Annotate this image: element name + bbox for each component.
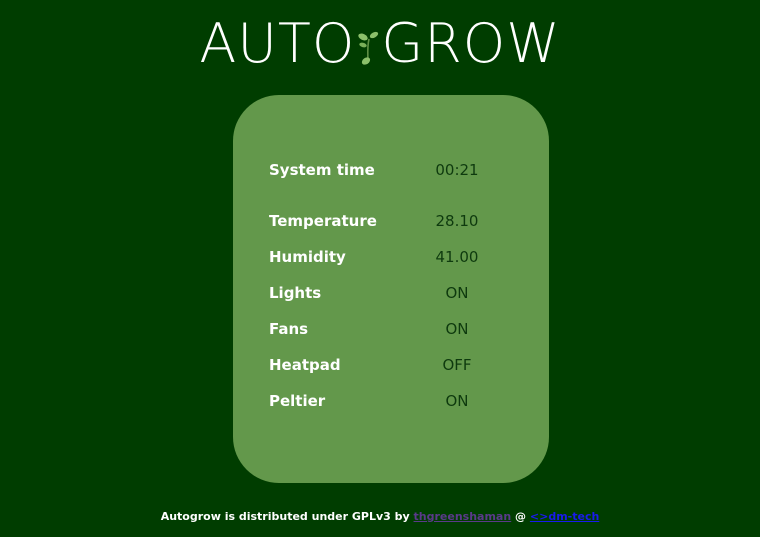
site-link[interactable]: <>dm-tech [530, 510, 599, 523]
lights-label: Lights [269, 284, 322, 302]
status-row-humidity: Humidity 41.00 [233, 245, 549, 269]
autogrow-logo: AUTO GROW [0, 12, 760, 76]
at-symbol: @ [515, 510, 527, 523]
footer: Autogrow is distributed under GPLv3 by t… [0, 510, 760, 523]
temperature-label: Temperature [269, 212, 377, 230]
logo-text-auto: AUTO [199, 12, 356, 75]
system-time-value: 00:21 [435, 161, 479, 179]
status-row-peltier: Peltier ON [233, 389, 549, 413]
logo-text-grow: GROW [381, 12, 561, 75]
peltier-value: ON [445, 392, 469, 410]
status-row-fans: Fans ON [233, 317, 549, 341]
heatpad-label: Heatpad [269, 356, 341, 374]
heatpad-value: OFF [442, 356, 472, 374]
status-row-system-time: System time 00:21 [233, 158, 549, 182]
lights-value: ON [445, 284, 469, 302]
author-link[interactable]: thgreenshaman [414, 510, 512, 523]
fans-label: Fans [269, 320, 309, 338]
license-text: Autogrow is distributed under GPLv3 by [160, 510, 410, 523]
peltier-label: Peltier [269, 392, 326, 410]
humidity-label: Humidity [269, 248, 346, 266]
fans-value: ON [445, 320, 469, 338]
status-panel: System time 00:21 Temperature 28.10 Humi… [233, 95, 549, 483]
system-time-label: System time [269, 161, 375, 179]
status-row-heatpad: Heatpad OFF [233, 353, 549, 377]
temperature-value: 28.10 [435, 212, 479, 230]
sprout-icon [357, 22, 379, 65]
status-row-lights: Lights ON [233, 281, 549, 305]
humidity-value: 41.00 [435, 248, 479, 266]
status-row-temperature: Temperature 28.10 [233, 209, 549, 233]
